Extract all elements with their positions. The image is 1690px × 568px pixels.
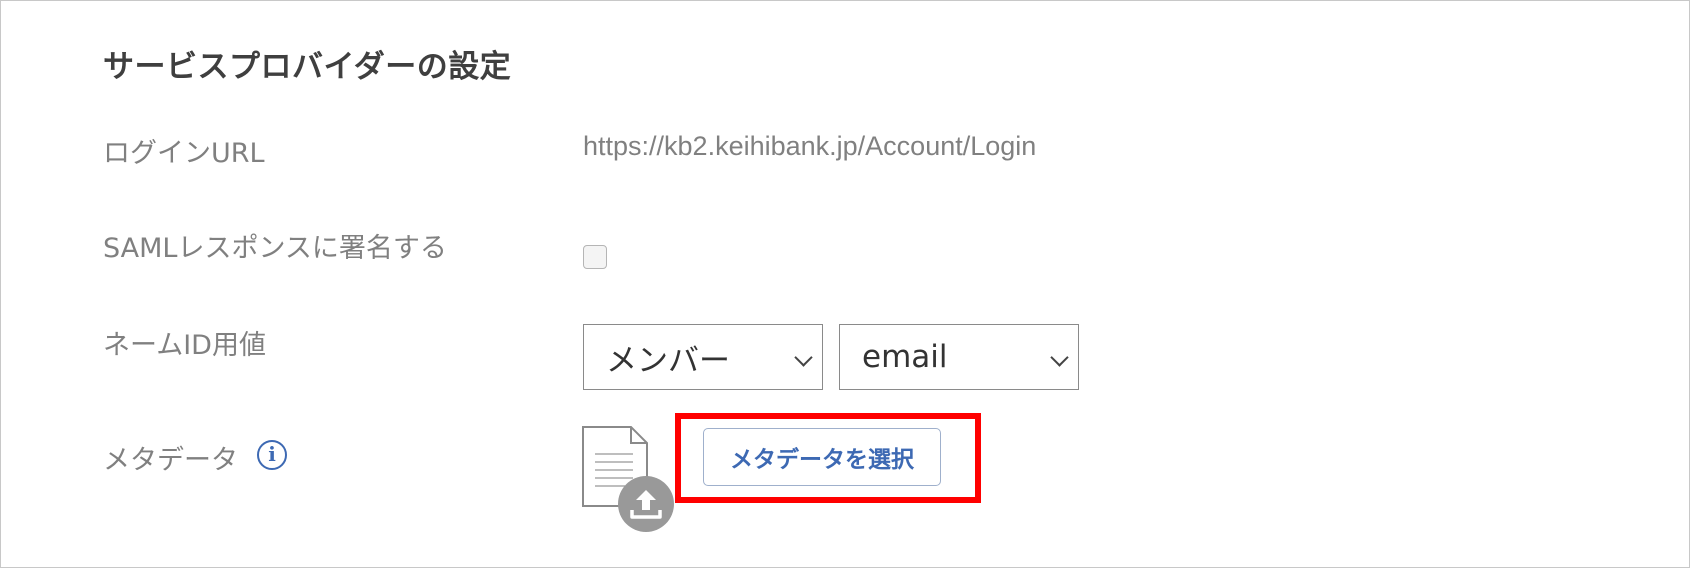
document-icon [582, 426, 674, 532]
saml-sign-checkbox[interactable] [583, 245, 607, 269]
name-id-field-select-value: email [862, 339, 948, 375]
upload-icon [618, 476, 674, 532]
chevron-down-icon [794, 348, 813, 367]
login-url-label: ログインURL [103, 138, 265, 169]
name-id-source-select-value: メンバー [606, 342, 730, 379]
select-metadata-button[interactable]: メタデータを選択 [703, 428, 941, 486]
login-url-value: https://kb2.keihibank.jp/Account/Login [583, 131, 1037, 161]
name-id-field-select[interactable]: email [839, 324, 1079, 390]
section-title: サービスプロバイダーの設定 [103, 49, 512, 85]
name-id-source-select[interactable]: メンバー [583, 324, 823, 390]
chevron-down-icon [1050, 348, 1069, 367]
metadata-label: メタデータ [103, 445, 238, 476]
info-icon[interactable]: i [257, 440, 287, 470]
saml-sign-label: SAMLレスポンスに署名する [103, 233, 447, 264]
service-provider-settings-panel: サービスプロバイダーの設定 ログインURL https://kb2.keihib… [0, 0, 1690, 568]
document-upload-icon [581, 426, 676, 536]
name-id-label: ネームID用値 [103, 330, 266, 361]
